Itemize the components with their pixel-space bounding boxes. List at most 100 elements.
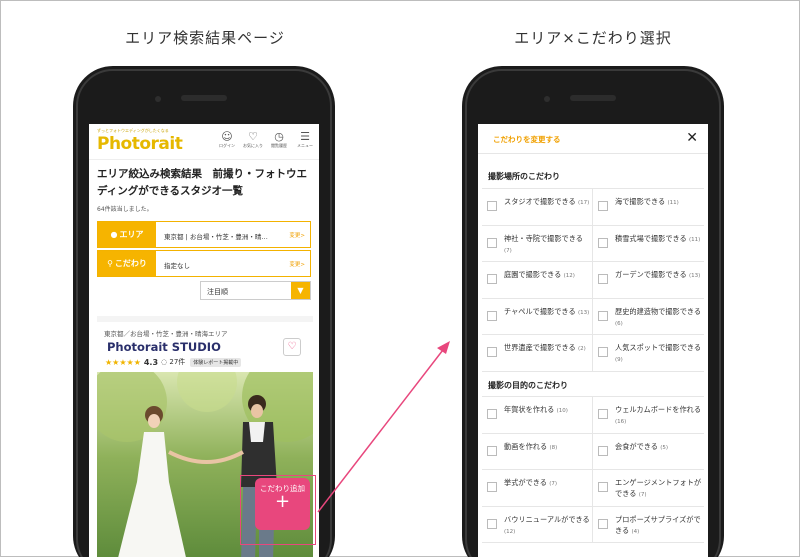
area-filter-value: 東京都 | お台場・竹芝・豊洲・晴… xyxy=(164,233,268,241)
section-title-location: 撮影場所のこだわり xyxy=(488,172,560,181)
checkbox[interactable] xyxy=(487,409,497,419)
speaker-slot xyxy=(181,95,227,101)
checkbox[interactable] xyxy=(598,274,608,284)
site-header: ずっとフォトウエディングがしたくなる Photorait ☺ ログイン ♡ お気… xyxy=(89,124,319,160)
heart-icon: ♡ xyxy=(287,341,297,352)
modal-title: こだわりを変更する xyxy=(493,135,561,144)
checkbox[interactable] xyxy=(598,518,608,529)
checkbox[interactable] xyxy=(487,310,497,321)
header-icons: ☺ ログイン ♡ お気に入り ◷ 閲覧履歴 ☰ メニュー xyxy=(217,130,315,149)
option-label: 人気スポットで撮影できる (9) xyxy=(615,342,703,366)
checkbox[interactable] xyxy=(487,201,497,211)
sort-value: 注目順 xyxy=(207,288,228,296)
checkbox-option[interactable]: 歴史的建造物で撮影できる (6) xyxy=(593,299,704,335)
option-count: (10) xyxy=(556,408,568,414)
option-count: (11) xyxy=(689,236,701,243)
option-text: 庭園で撮影できる xyxy=(504,270,562,279)
checkbox-option[interactable]: 年賀状を作れる (10) xyxy=(482,397,593,434)
checkbox[interactable] xyxy=(487,237,497,248)
caption-left: エリア検索結果ページ xyxy=(125,29,285,47)
checkbox[interactable] xyxy=(487,274,497,284)
header-login[interactable]: ☺ ログイン xyxy=(217,130,237,149)
checkbox-option[interactable]: 庭園で撮影できる (12) xyxy=(482,262,593,299)
checkbox[interactable] xyxy=(598,347,608,357)
checkbox-option[interactable]: ウェルカムボードを作れる (16) xyxy=(593,397,704,434)
option-count: (7) xyxy=(504,247,512,254)
sort-select[interactable]: 注目順 ▼ xyxy=(200,281,311,300)
chevron-down-icon: ▼ xyxy=(291,282,310,299)
checkbox-option[interactable]: 会食ができる (5) xyxy=(593,434,704,470)
modal-header: こだわりを変更する ✕ xyxy=(478,124,708,154)
favorite-button[interactable]: ♡ xyxy=(283,338,301,356)
checkbox[interactable] xyxy=(598,237,608,248)
studio-area: 東京都／お台場・竹芝・豊洲・晴海エリア xyxy=(104,330,228,338)
checkbox[interactable] xyxy=(487,482,497,492)
header-icon-label: ログイン xyxy=(219,143,235,148)
option-count: (13) xyxy=(577,309,590,316)
area-filter-label: ● エリア xyxy=(98,222,156,247)
checkbox-option[interactable]: スタジオで撮影できる (17) xyxy=(482,189,593,226)
kodawari-change-link[interactable]: 変更> xyxy=(289,260,305,268)
page-title: エリア絞込み検索結果 前撮り・フォトウエディングができるスタジオ一覧 xyxy=(97,168,307,197)
option-count: (6) xyxy=(615,320,623,327)
checkbox[interactable] xyxy=(598,310,608,321)
checkbox-option[interactable]: プロポーズサプライズができる (4) xyxy=(593,507,704,543)
option-text: ガーデンで撮影できる xyxy=(615,270,687,279)
option-text: 動画を作れる xyxy=(504,441,548,451)
option-label: ガーデンで撮影できる (13) xyxy=(615,269,703,282)
checkbox-option[interactable]: 神社・寺院で撮影できる (7) xyxy=(482,225,593,262)
option-text: 年賀状を作れる xyxy=(504,405,555,414)
option-text: ウェルカムボードを作れる xyxy=(615,405,702,414)
site-logo[interactable]: Photorait xyxy=(97,134,183,154)
checkbox-option[interactable]: 海で撮影できる (11) xyxy=(593,189,704,226)
option-count: (12) xyxy=(563,273,575,279)
option-count: (4) xyxy=(631,528,640,535)
checkbox-option[interactable]: エンゲージメントフォトができる (7) xyxy=(593,470,704,507)
checkbox[interactable] xyxy=(598,482,608,492)
phone-right: こだわりを変更する ✕ 撮影場所のこだわり スタジオで撮影できる (17) 海で… xyxy=(462,66,724,557)
checkbox-option[interactable]: チャペルで撮影できる (13) xyxy=(482,298,593,335)
option-label: 会食ができる (5) xyxy=(615,441,703,454)
kodawari-filter[interactable]: ⚲ こだわり 指定なし 変更> xyxy=(97,250,311,277)
checkbox-option[interactable]: 世界遺産で撮影できる (2) xyxy=(482,335,593,372)
search-icon: ⚲ xyxy=(107,259,113,268)
kodawari-filter-text: こだわり xyxy=(114,259,147,268)
checkbox[interactable] xyxy=(598,445,608,456)
area-filter-text: エリア xyxy=(119,230,144,239)
header-icon-label: お気に入り xyxy=(243,143,263,148)
section-title-purpose: 撮影の目的のこだわり xyxy=(488,381,568,390)
checkbox-option[interactable]: 人気スポットで撮影できる (9) xyxy=(593,335,704,372)
checkbox[interactable] xyxy=(598,201,608,211)
option-text: 歴史的建造物で撮影できる xyxy=(615,306,702,316)
checkbox[interactable] xyxy=(598,409,608,419)
header-history[interactable]: ◷ 閲覧履歴 xyxy=(269,130,289,149)
option-label: スタジオで撮影できる (17) xyxy=(504,196,592,209)
header-menu[interactable]: ☰ メニュー xyxy=(295,130,315,149)
option-label: 神社・寺院で撮影できる (7) xyxy=(504,233,592,257)
checkbox-option[interactable]: バウリニューアルができる (12) xyxy=(482,506,593,543)
checkbox-option[interactable]: ガーデンで撮影できる (13) xyxy=(593,262,704,299)
area-change-link[interactable]: 変更> xyxy=(289,231,305,239)
option-text: 人気スポットで撮影できる xyxy=(615,343,702,352)
option-text: 世界遺産で撮影できる xyxy=(504,343,576,352)
studio-name[interactable]: Photorait STUDIO xyxy=(107,340,221,354)
option-label: 動画を作れる (8) xyxy=(504,441,592,454)
checkbox[interactable] xyxy=(487,445,497,456)
header-favorites[interactable]: ♡ お気に入り xyxy=(243,130,263,149)
rating-value: 4.3 xyxy=(143,357,159,367)
kodawari-select-screen: こだわりを変更する ✕ 撮影場所のこだわり スタジオで撮影できる (17) 海で… xyxy=(478,124,708,557)
header-icon-label: メニュー xyxy=(297,143,313,148)
checkbox-option[interactable]: 動画を作れる (8) xyxy=(482,433,593,470)
checkbox[interactable] xyxy=(487,347,497,357)
checkbox-option[interactable]: 挙式ができる (7) xyxy=(482,470,593,507)
caption-right: エリア×こだわり選択 xyxy=(514,29,672,47)
option-text: バウリニューアルができる xyxy=(504,514,590,524)
checkbox-option[interactable]: 積雪式場で撮影できる (11) xyxy=(593,226,704,262)
checkbox[interactable] xyxy=(487,518,497,529)
clock-icon: ◷ xyxy=(274,130,284,143)
option-text: プロポーズサプライズができる xyxy=(615,514,701,535)
option-label: 挙式ができる (7) xyxy=(504,477,592,490)
option-count: (13) xyxy=(689,273,701,279)
area-filter[interactable]: ● エリア 東京都 | お台場・竹芝・豊洲・晴… 変更> xyxy=(97,221,311,248)
close-icon[interactable]: ✕ xyxy=(686,130,698,146)
